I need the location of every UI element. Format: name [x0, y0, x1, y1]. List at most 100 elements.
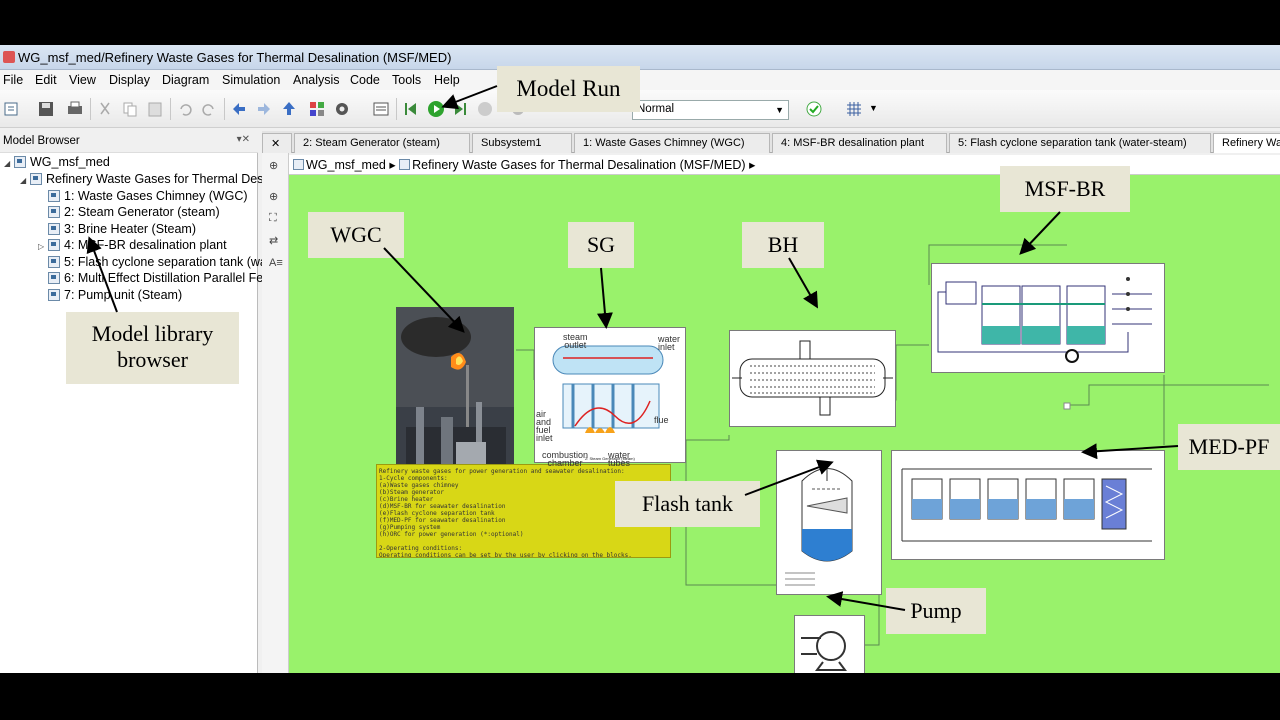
library-icon[interactable] [308, 100, 326, 118]
subsystem-icon [48, 190, 60, 202]
menu-file[interactable]: File [3, 73, 23, 87]
window-title: WG_msf_med/Refinery Waste Gases for Ther… [18, 50, 452, 65]
block-waste-gases-chimney[interactable]: 1: Waste Gases Chimney (WGC) [396, 307, 514, 493]
simulation-mode-value: Normal [637, 103, 675, 115]
editor-tabs: ✕ 2: Steam Generator (steam) Subsystem1 … [262, 131, 1280, 153]
title-bar: WG_msf_med/Refinery Waste Gases for Ther… [0, 45, 1280, 70]
menu-bar: File Edit View Display Diagram Simulatio… [0, 70, 1280, 90]
sg-label-steam-outlet: steam outlet [563, 332, 588, 350]
model-icon [293, 159, 304, 170]
menu-simulation[interactable]: Simulation [222, 73, 280, 87]
med-pf-diagram [901, 468, 1152, 542]
tab-flash-cyclone[interactable]: 5: Flash cyclone separation tank (water-… [949, 133, 1211, 153]
breadcrumb-model[interactable]: Refinery Waste Gases for Thermal Desalin… [412, 158, 745, 172]
chevron-down-icon[interactable]: ▼ [869, 103, 878, 113]
tree-item-flash-tank[interactable]: 5: Flash cyclone separation tank (wa [38, 255, 267, 271]
fit-view-icon[interactable]: ⛶ [269, 212, 277, 225]
block-med-pf[interactable] [891, 450, 1165, 560]
callout-flash-tank: Flash tank [615, 481, 760, 527]
print-icon[interactable] [66, 100, 84, 118]
menu-help[interactable]: Help [434, 73, 460, 87]
tree-item-msf-br[interactable]: ▷ 4: MSF-BR desalination plant [38, 238, 227, 254]
up-icon[interactable] [280, 100, 298, 118]
pin-icon[interactable]: ▾✕ [237, 134, 250, 145]
toolbar: Normal ▼ ▼ [0, 90, 1280, 128]
save-icon[interactable] [37, 100, 55, 118]
tree-item-wgc[interactable]: 1: Waste Gases Chimney (WGC) [38, 189, 248, 205]
new-model-icon[interactable] [3, 100, 21, 118]
subsystem-icon [48, 272, 60, 284]
tree-item-steam-generator[interactable]: 2: Steam Generator (steam) [38, 205, 220, 221]
step-forward-icon[interactable] [451, 100, 469, 118]
canvas-tool-strip: ⊕ ⊕ ⛶ ⇄ A≡ [262, 153, 289, 673]
model-icon [14, 156, 26, 168]
run-icon[interactable] [427, 100, 445, 118]
subsystem-icon [48, 289, 60, 301]
simulation-mode-select[interactable]: Normal ▼ [632, 100, 789, 120]
back-icon[interactable] [230, 100, 248, 118]
cut-icon[interactable] [96, 100, 114, 118]
callout-model-library-browser: Model library browser [66, 312, 239, 384]
zoom-icon[interactable]: ⊕ [269, 190, 278, 203]
chevron-down-icon: ▼ [775, 105, 784, 115]
sg-label-flue: flue [654, 415, 669, 425]
tree-item-brine-heater[interactable]: 3: Brine Heater (Steam) [38, 222, 196, 238]
redo-icon[interactable] [200, 100, 218, 118]
tab-wgc[interactable]: 1: Waste Gases Chimney (WGC) [574, 133, 770, 153]
menu-edit[interactable]: Edit [35, 73, 57, 87]
pump-diagram [801, 631, 847, 671]
annotation-icon[interactable]: A≡ [269, 257, 283, 269]
tree-model[interactable]: ◢ Refinery Waste Gases for Thermal Desa [20, 172, 270, 188]
model-browser-header: Model Browser ▾✕ [0, 129, 258, 153]
sg-label-air-fuel: air and fuel inlet [536, 409, 553, 443]
sg-label-combustion: combustion chamber [542, 450, 589, 468]
sg-label-water-inlet: water inlet [658, 334, 681, 352]
tab-close[interactable]: ✕ [262, 133, 292, 153]
subsystem-icon [48, 223, 60, 235]
breadcrumb-root[interactable]: WG_msf_med [306, 158, 386, 172]
step-back-icon[interactable] [402, 100, 420, 118]
model-explorer-icon[interactable] [372, 100, 390, 118]
arrow-icon[interactable]: ⇄ [269, 234, 278, 247]
menu-analysis[interactable]: Analysis [293, 73, 340, 87]
callout-msf-br: MSF-BR [1000, 166, 1130, 212]
tab-steam-generator[interactable]: 2: Steam Generator (steam) [294, 133, 470, 153]
paste-icon[interactable] [146, 100, 164, 118]
tab-msf-br[interactable]: 4: MSF-BR desalination plant [772, 133, 947, 153]
grid-icon[interactable] [845, 100, 863, 118]
subsystem-icon [30, 173, 42, 185]
breadcrumb: WG_msf_med ▸ Refinery Waste Gases for Th… [289, 155, 1280, 175]
tree-root[interactable]: ◢ WG_msf_med [4, 155, 110, 171]
model-browser-title: Model Browser [3, 135, 80, 147]
chimney-flare-image [396, 307, 514, 487]
block-pump[interactable] [794, 615, 865, 673]
brine-heater-diagram [732, 340, 893, 416]
check-icon[interactable] [805, 100, 823, 118]
block-flash-tank[interactable] [776, 450, 882, 595]
app-icon [3, 51, 15, 63]
subsystem-icon [48, 239, 60, 251]
msf-br-diagram [937, 277, 1152, 363]
menu-tools[interactable]: Tools [392, 73, 421, 87]
menu-view[interactable]: View [69, 73, 96, 87]
sg-label-water-tubes: water tubes [608, 450, 631, 468]
menu-diagram[interactable]: Diagram [162, 73, 209, 87]
block-msf-br[interactable] [931, 263, 1165, 373]
hide-browser-icon[interactable]: ⊕ [269, 159, 278, 172]
forward-icon[interactable] [255, 100, 273, 118]
tree-item-pump[interactable]: 7: Pump unit (Steam) [38, 288, 182, 304]
tab-refinery[interactable]: Refinery Wa [1213, 133, 1280, 153]
settings-gear-icon[interactable] [333, 100, 351, 118]
undo-icon[interactable] [176, 100, 194, 118]
tree-item-med[interactable]: 6: Multi Effect Distillation Parallel Fe [38, 271, 263, 287]
menu-code[interactable]: Code [350, 73, 380, 87]
tab-subsystem1[interactable]: Subsystem1 [472, 133, 572, 153]
model-browser-tree: ◢ WG_msf_med ◢ Refinery Waste Gases for Th… [0, 153, 270, 673]
subsystem-icon [399, 159, 411, 170]
copy-icon[interactable] [121, 100, 139, 118]
menu-display[interactable]: Display [109, 73, 150, 87]
block-brine-heater[interactable] [729, 330, 896, 427]
callout-med-pf: MED-PF [1178, 424, 1280, 470]
stop-icon[interactable] [476, 100, 494, 118]
subsystem-icon [48, 206, 60, 218]
